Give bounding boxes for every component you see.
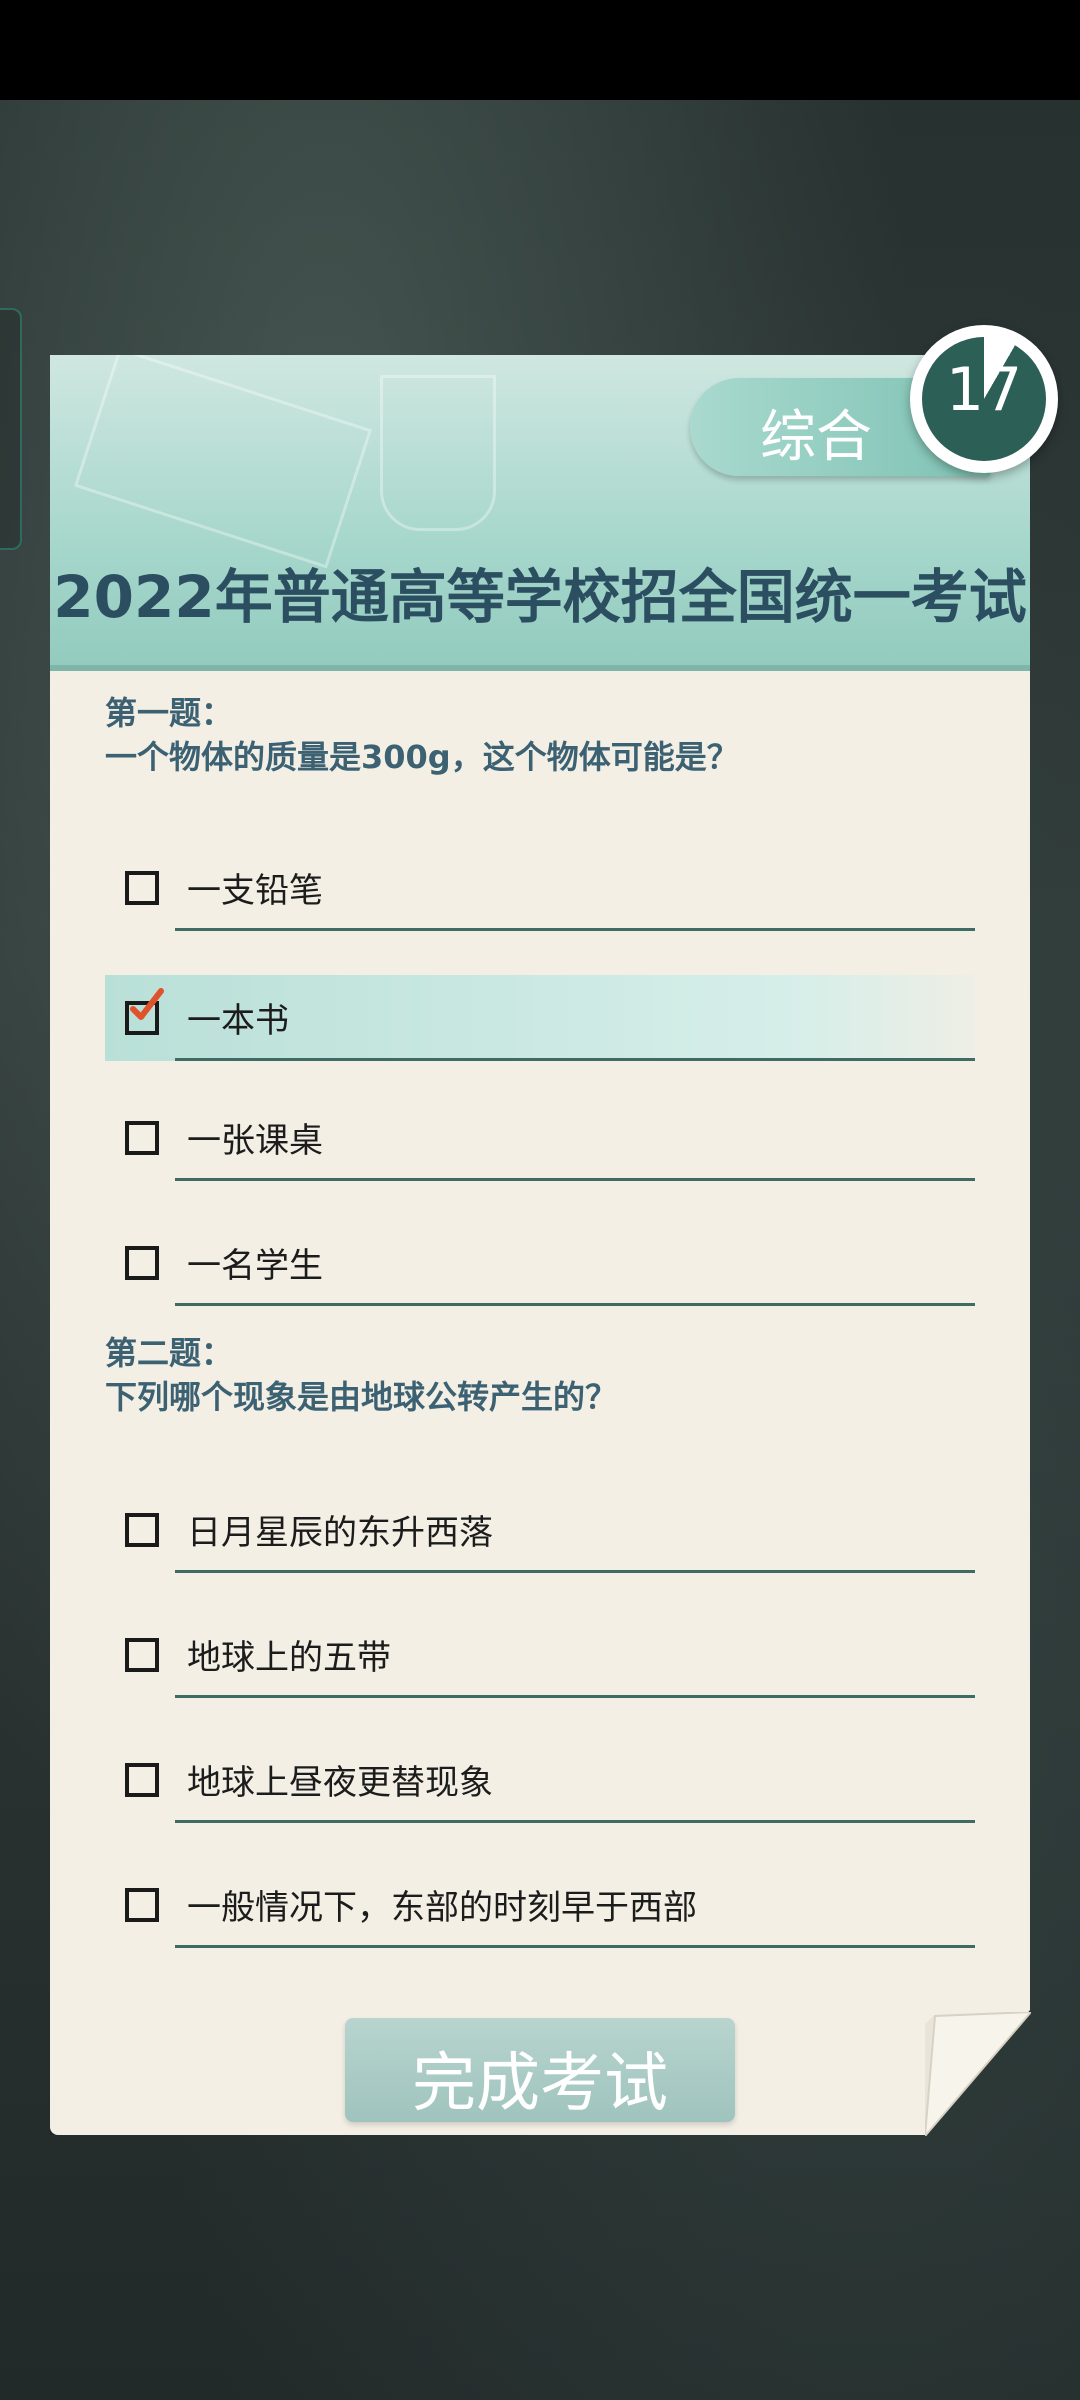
checkbox[interactable]	[125, 1121, 159, 1155]
option-label: 一支铅笔	[187, 871, 323, 911]
question-2-option-2[interactable]: 地球上的五带	[105, 1612, 975, 1698]
option-label: 地球上昼夜更替现象	[187, 1763, 493, 1803]
question-2-option-3[interactable]: 地球上昼夜更替现象	[105, 1737, 975, 1823]
status-bar	[0, 0, 1080, 100]
option-label: 一名学生	[187, 1246, 323, 1286]
question-1-option-2[interactable]: 一本书	[105, 975, 975, 1061]
question-2-label: 第二题：	[105, 1334, 234, 1372]
answer-underline	[175, 1570, 975, 1573]
checkbox[interactable]	[125, 1763, 159, 1797]
answer-underline	[175, 1058, 975, 1061]
question-1-option-4[interactable]: 一名学生	[105, 1220, 975, 1306]
header-decoration	[73, 355, 373, 569]
option-label: 日月星辰的东升西落	[187, 1513, 493, 1553]
answer-underline	[175, 1303, 975, 1306]
answer-underline	[175, 928, 975, 931]
countdown-timer: 17	[910, 325, 1058, 473]
exam-title: 2022年普通高等学校招全国统一考试	[53, 563, 1027, 631]
check-icon	[130, 988, 164, 1020]
flask-decoration	[380, 375, 496, 531]
finish-exam-button[interactable]: 完成考试	[345, 2018, 735, 2122]
question-1-text: 一个物体的质量是300g，这个物体可能是？	[105, 738, 739, 776]
question-1-option-1[interactable]: 一支铅笔	[105, 845, 975, 931]
answer-underline	[175, 1178, 975, 1181]
answer-underline	[175, 1820, 975, 1823]
checkbox[interactable]	[125, 1638, 159, 1672]
question-2-option-1[interactable]: 日月星辰的东升西落	[105, 1487, 975, 1573]
page-curl-icon	[925, 2012, 1031, 2136]
question-2-text: 下列哪个现象是由地球公转产生的？	[105, 1378, 618, 1416]
answer-underline	[175, 1945, 975, 1948]
category-label: 综合	[760, 405, 872, 470]
option-label: 一张课桌	[187, 1121, 323, 1161]
finish-exam-label: 完成考试	[412, 2047, 668, 2121]
timer-value: 17	[945, 355, 1023, 425]
checkbox[interactable]	[125, 871, 159, 905]
checkbox[interactable]	[125, 1888, 159, 1922]
option-label: 一般情况下，东部的时刻早于西部	[187, 1888, 697, 1928]
question-1-option-3[interactable]: 一张课桌	[105, 1095, 975, 1181]
answer-underline	[175, 1695, 975, 1698]
question-1-label: 第一题：	[105, 694, 234, 732]
question-2-option-4[interactable]: 一般情况下，东部的时刻早于西部	[105, 1862, 975, 1948]
checkbox[interactable]	[125, 1246, 159, 1280]
option-label: 一本书	[187, 1001, 289, 1041]
option-label: 地球上的五带	[187, 1638, 391, 1678]
checkbox[interactable]	[125, 1513, 159, 1547]
side-drawer-handle[interactable]	[0, 308, 22, 550]
